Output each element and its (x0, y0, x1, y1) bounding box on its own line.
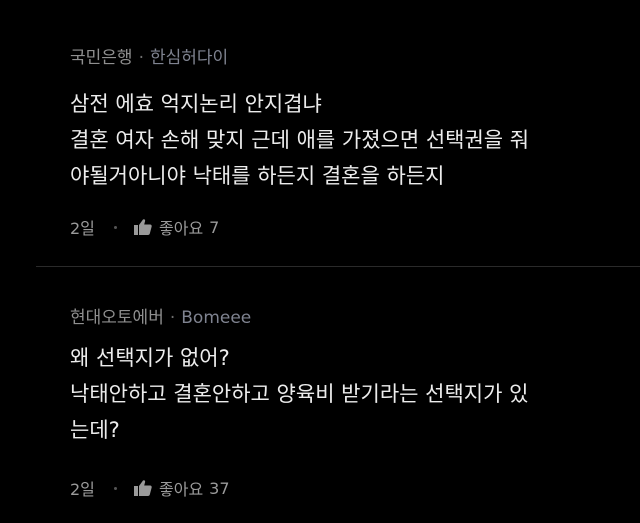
author-company[interactable]: 국민은행 (70, 48, 133, 68)
like-count: 7 (209, 217, 220, 237)
author-nickname[interactable]: Bomeee (181, 308, 251, 328)
like-button-label[interactable]: 좋아요 (159, 476, 203, 500)
comment-meta: 국민은행 · 한심허다이 (70, 43, 228, 68)
like-count: 37 (209, 478, 230, 498)
comment-line: 야될거아니야 낙태를 하든지 결혼을 하든지 (70, 164, 445, 188)
comment-date: 2일 (70, 480, 95, 499)
comment-line: 왜 선택지가 없어? (70, 346, 230, 370)
comment-footer: 2일 좋아요 37 (70, 476, 230, 500)
author-company[interactable]: 현대오토에버 (70, 308, 164, 328)
thumbs-up-icon[interactable] (133, 218, 153, 236)
comment-item: 현대오토에버 · Bomeee 왜 선택지가 없어? 낙태안하고 결혼안하고 양육비… (0, 268, 640, 523)
comment-meta: 현대오토에버 · Bomeee (70, 303, 251, 328)
comment-line: 결혼 여자 손해 맞지 근데 애를 가졌으면 선택권을 줘 (70, 128, 530, 152)
footer-dot (114, 225, 117, 229)
comment-line: 낙태안하고 결혼안하고 양육비 받기라는 선택지가 있 (70, 382, 529, 406)
comment-divider (36, 266, 640, 267)
like-button-label[interactable]: 좋아요 (159, 215, 203, 239)
thumbs-up-icon[interactable] (133, 479, 153, 497)
comment-line: 삼전 에효 억지논리 안지겹냐 (70, 92, 322, 116)
comment-footer: 2일 좋아요 7 (70, 215, 219, 239)
comment-line: 는데? (70, 418, 120, 442)
comment-item: 국민은행 · 한심허다이 삼전 에효 억지논리 안지겹냐 결혼 여자 손해 맞지 근… (0, 0, 640, 268)
author-nickname[interactable]: 한심허다이 (150, 48, 228, 68)
footer-dot (114, 486, 117, 490)
comment-body: 왜 선택지가 없어? 낙태안하고 결혼안하고 양육비 받기라는 선택지가 있 는… (70, 340, 620, 448)
comment-body: 삼전 에효 억지논리 안지겹냐 결혼 여자 손해 맞지 근데 애를 가졌으면 선… (70, 86, 620, 194)
meta-separator: · (138, 48, 144, 68)
meta-separator: · (169, 308, 176, 328)
comment-date: 2일 (70, 219, 95, 238)
